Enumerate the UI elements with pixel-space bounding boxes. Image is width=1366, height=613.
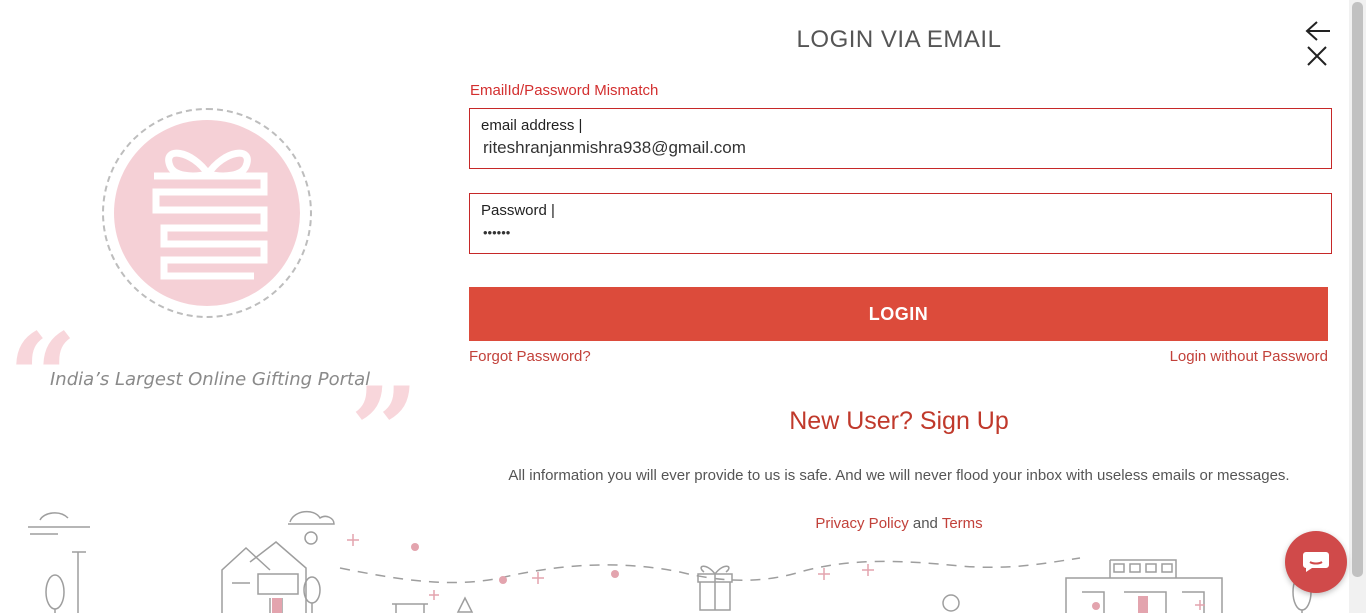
city-illustration — [28, 510, 1312, 613]
email-label: email address | — [481, 117, 583, 134]
brand-logo — [102, 108, 312, 318]
page-scrollbar[interactable] — [1349, 0, 1366, 613]
chat-icon — [1303, 552, 1329, 572]
login-without-password-link[interactable]: Login without Password — [1100, 348, 1328, 365]
close-quote-mark: ” — [350, 361, 420, 502]
chat-button[interactable] — [1285, 531, 1347, 593]
login-button[interactable]: LOGIN — [469, 287, 1328, 341]
modal-title: LOGIN VIA EMAIL — [796, 26, 1002, 53]
privacy-info-text: All information you will ever provide to… — [508, 467, 1290, 484]
brand-tagline: India’s Largest Online Gifting Portal — [50, 369, 371, 390]
email-field[interactable]: email address | — [469, 108, 1332, 169]
email-input[interactable] — [483, 138, 1303, 158]
password-label: Password | — [481, 202, 555, 219]
scrollbar-thumb[interactable] — [1352, 2, 1363, 577]
gift-box-icon — [152, 149, 268, 280]
signup-link[interactable]: New User? Sign Up — [469, 407, 1329, 436]
password-input[interactable]: •••••• — [483, 225, 1303, 240]
password-field[interactable]: Password | •••••• — [469, 193, 1332, 254]
forgot-password-link[interactable]: Forgot Password? — [469, 348, 591, 365]
error-message: EmailId/Password Mismatch — [470, 82, 659, 99]
